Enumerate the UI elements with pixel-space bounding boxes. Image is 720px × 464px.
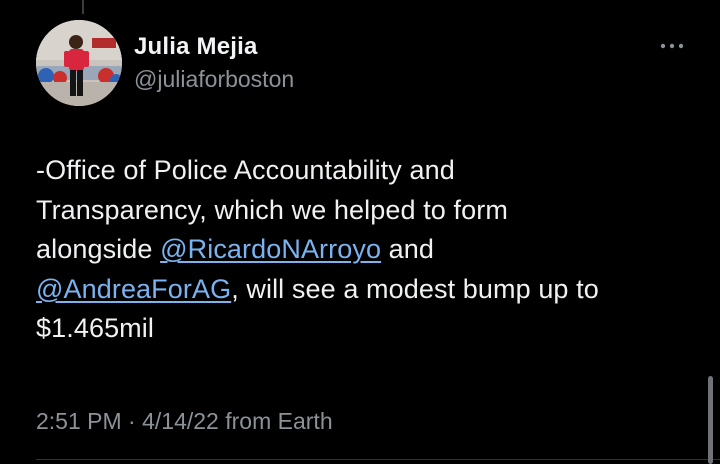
thread-connector-line bbox=[82, 0, 84, 14]
tweet-source: from Earth bbox=[218, 408, 333, 434]
tweet-text-line: -Office of Police Accountability and bbox=[36, 155, 455, 185]
tweet-text-segment: , will see a modest bump up to bbox=[231, 273, 599, 304]
tweet-text-line: @AndreaForAG, will see a modest bump up … bbox=[36, 270, 696, 310]
mention-link-andreaforag[interactable]: @AndreaForAG bbox=[36, 274, 231, 304]
more-options-icon bbox=[660, 43, 684, 49]
tweet-time[interactable]: 2:51 PM bbox=[36, 408, 122, 434]
author-display-name[interactable]: Julia Mejia bbox=[134, 32, 294, 62]
tweet-author[interactable]: Julia Mejia @juliaforboston bbox=[134, 32, 294, 94]
profile-photo-image bbox=[36, 20, 122, 106]
scrollbar[interactable] bbox=[708, 376, 713, 464]
meta-separator: · bbox=[121, 408, 143, 434]
tweet-text-segment: and bbox=[381, 234, 435, 264]
tweet-text-line: $1.465mil bbox=[36, 313, 154, 343]
tweet-text: -Office of Police Accountability and Tra… bbox=[36, 151, 696, 349]
divider bbox=[36, 459, 720, 460]
more-options-button[interactable] bbox=[658, 36, 686, 56]
tweet-date[interactable]: 4/14/22 bbox=[142, 408, 219, 434]
tweet-text-segment: alongside bbox=[36, 234, 161, 264]
mention-link-ricardonarroyo[interactable]: @RicardoNArroyo bbox=[160, 234, 381, 264]
tweet-text-line: alongside @RicardoNArroyo and bbox=[36, 230, 696, 270]
author-handle[interactable]: @juliaforboston bbox=[134, 64, 294, 94]
avatar[interactable] bbox=[36, 20, 122, 106]
tweet-metadata: 2:51 PM · 4/14/22 from Earth bbox=[36, 406, 333, 436]
tweet-text-line: Transparency, which we helped to form bbox=[36, 194, 508, 225]
